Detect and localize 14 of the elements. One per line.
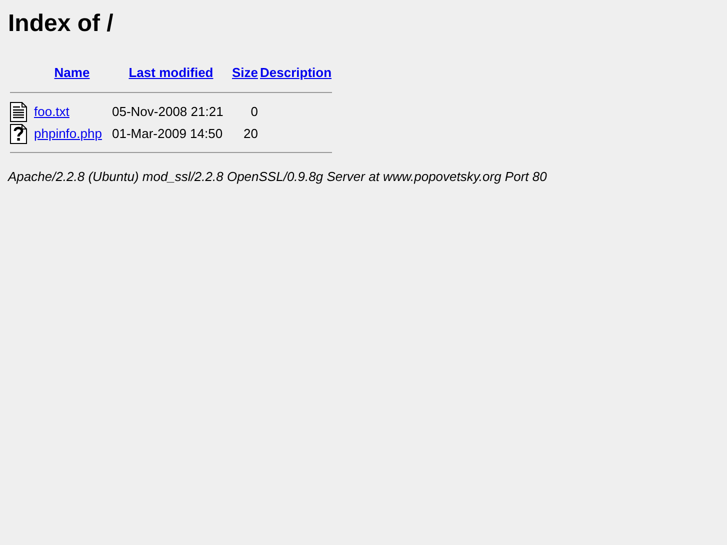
unknown-file-icon <box>10 124 27 144</box>
text-file-icon <box>10 102 27 122</box>
page-title: Index of / <box>8 10 114 39</box>
file-link[interactable]: phpinfo.php <box>34 126 102 142</box>
column-sort-link[interactable]: Size <box>232 64 258 80</box>
modified-date: 01-Mar-2009 14:50 <box>112 126 223 142</box>
column-sort-link[interactable]: Name <box>54 64 90 80</box>
column-sort-link[interactable]: Last modified <box>128 64 214 80</box>
column-sort-link[interactable]: Description <box>260 64 332 80</box>
file-size: 20 <box>244 126 258 142</box>
modified-date: 05-Nov-2008 21:21 <box>112 104 224 119</box>
file-size: 0 <box>250 104 258 119</box>
server-signature: Apache/2.2.8 (Ubuntu) mod_ssl/2.2.8 OpenSSL/0.9.8g Server at www.popovetsky.org Port 80 <box>8 168 548 186</box>
file-link[interactable]: foo.txt <box>34 104 70 119</box>
